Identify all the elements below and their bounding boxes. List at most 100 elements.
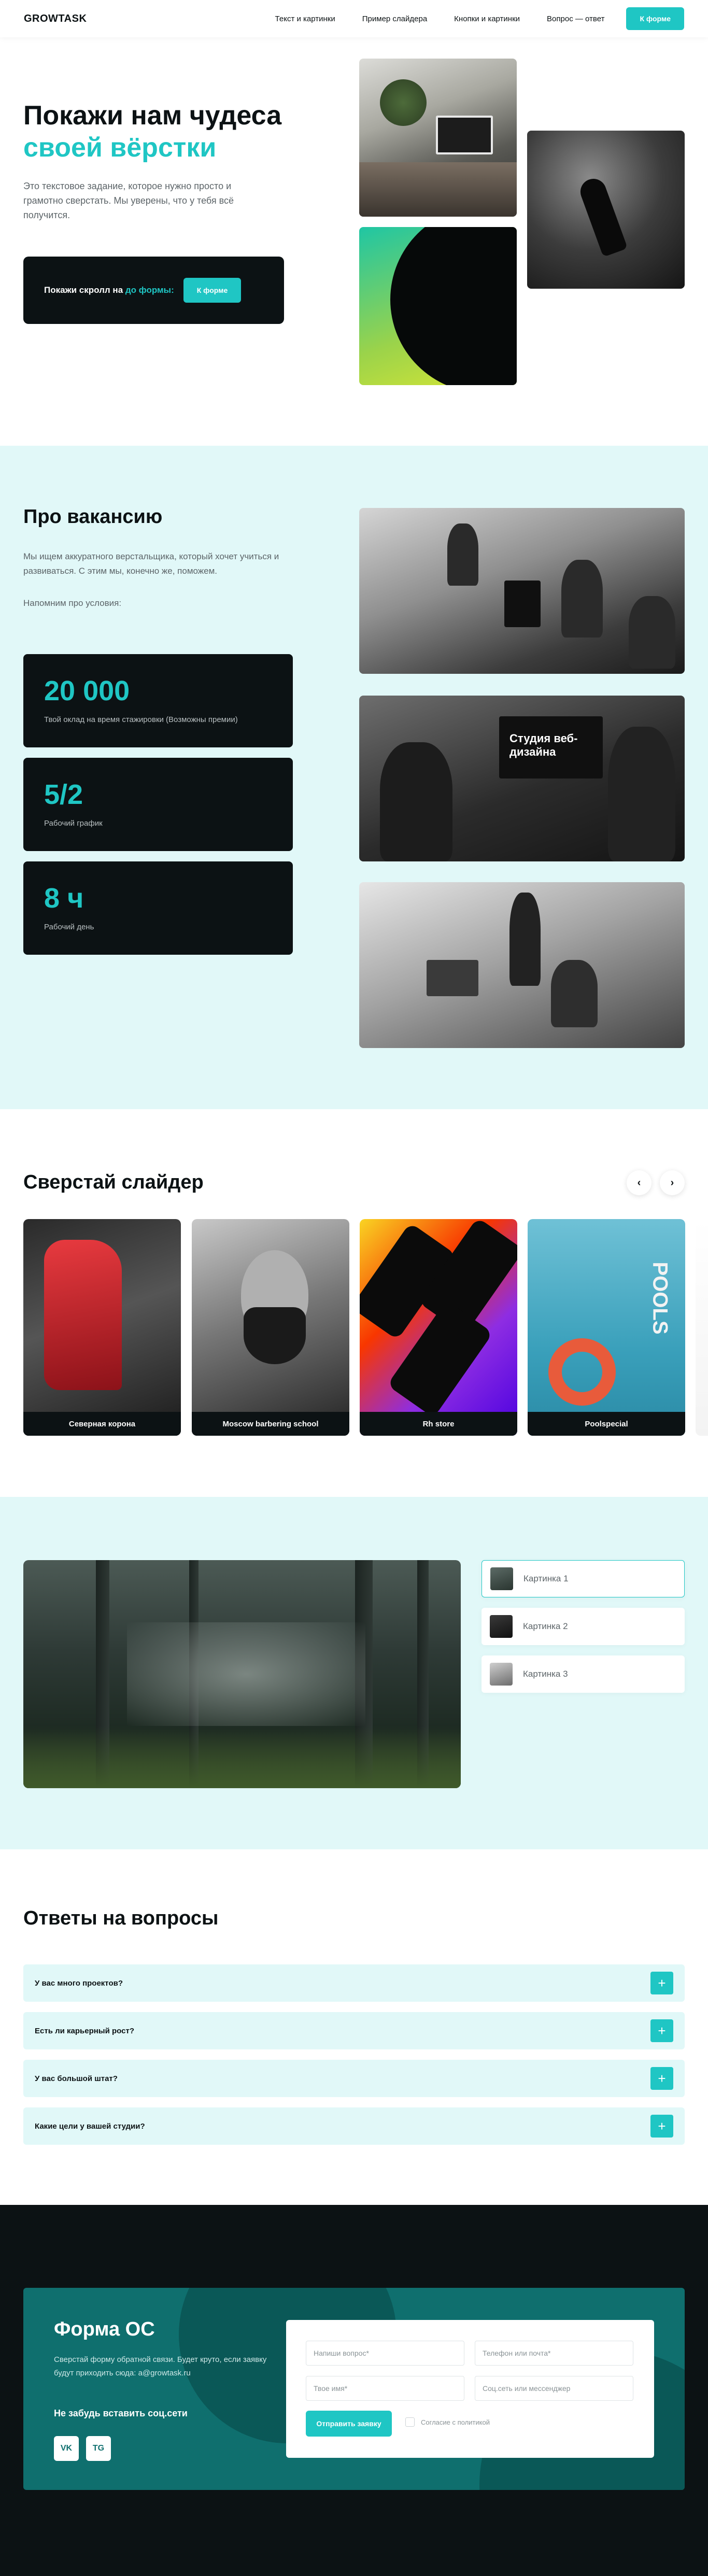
slider-card[interactable]: POOLS Poolspecial	[528, 1219, 685, 1436]
telegram-icon[interactable]: TG	[86, 2436, 111, 2461]
slider-card-partial[interactable]	[696, 1219, 708, 1436]
submit-button[interactable]: Отправить заявку	[306, 2411, 392, 2437]
faq-item[interactable]: У вас много проектов? +	[23, 1964, 685, 2002]
fog-shape	[127, 1622, 365, 1726]
vacancy-conditions: Напомним про условия:	[23, 598, 122, 608]
gallery-thumb-1[interactable]: Картинка 1	[482, 1560, 685, 1597]
contact-input[interactable]	[475, 2341, 633, 2366]
person-shape	[608, 727, 675, 861]
vacancy-title: Про вакансию	[23, 506, 163, 528]
site-header: GROWTASK Текст и картинки Пример слайдер…	[0, 0, 708, 37]
thumb-image	[490, 1663, 513, 1686]
nav-link-text-images[interactable]: Текст и картинки	[275, 15, 335, 23]
nav-link-slider[interactable]: Пример слайдера	[362, 15, 427, 23]
slider-card-caption: Poolspecial	[528, 1412, 685, 1436]
name-input[interactable]	[306, 2376, 464, 2401]
main-nav: Текст и картинки Пример слайдера Кнопки …	[275, 7, 684, 30]
plus-icon[interactable]: +	[650, 2019, 673, 2042]
faq-question: Какие цели у вашей студии?	[35, 2121, 145, 2131]
dark-circle-shape	[390, 227, 517, 385]
logo[interactable]: GROWTASK	[24, 13, 87, 25]
hero-image-gradient	[359, 227, 517, 385]
messenger-input[interactable]	[475, 2376, 633, 2401]
thumb-image	[490, 1567, 513, 1590]
slider-prev-button[interactable]: ‹	[627, 1170, 652, 1195]
person-shape	[551, 960, 598, 1027]
plant-shape	[380, 79, 427, 126]
lifebuoy-shape	[548, 1338, 616, 1406]
thumb-label: Картинка 3	[523, 1669, 568, 1679]
checkbox-icon[interactable]	[405, 2417, 415, 2427]
plus-icon[interactable]: +	[650, 1972, 673, 1994]
to-form-button[interactable]: К форме	[626, 7, 684, 30]
monitor-shape	[504, 581, 541, 627]
slider-card-caption: Rh store	[360, 1412, 517, 1436]
consent-label: Согласие с политикой	[421, 2418, 490, 2426]
monitor-shape	[436, 116, 493, 154]
faq-question: У вас много проектов?	[35, 1978, 123, 1988]
stat-label: Рабочий график	[44, 819, 103, 828]
hero-subtitle: Это текстовое задание, которое нужно про…	[23, 181, 234, 220]
plus-icon[interactable]: +	[650, 2115, 673, 2138]
stat-hours: 8 ч Рабочий день	[23, 861, 293, 955]
hero-image-hand	[527, 131, 685, 289]
chevron-right-icon: ›	[670, 1177, 674, 1188]
stat-label: Рабочий день	[44, 923, 94, 931]
slider-next-button[interactable]: ›	[660, 1170, 685, 1195]
vacancy-text: Мы ищем аккуратного верстальщика, которы…	[23, 551, 279, 576]
beard-shape	[244, 1307, 306, 1364]
hero-title: Покажи нам чудеса своей вёрстки	[23, 100, 281, 164]
stat-value: 5/2	[44, 779, 83, 810]
plus-icon[interactable]: +	[650, 2067, 673, 2090]
stat-label: Твой оклад на время стажировки (Возможны…	[44, 715, 238, 724]
stat-salary: 20 000 Твой оклад на время стажировки (В…	[23, 654, 293, 747]
laptop-shape	[427, 960, 478, 996]
person-shape	[561, 560, 603, 638]
scroll-cta-accent: до формы:	[125, 285, 174, 295]
faq-title: Ответы на вопросы	[23, 1907, 219, 1929]
consent-checkbox[interactable]: Согласие с политикой	[405, 2417, 490, 2427]
gallery-thumb-3[interactable]: Картинка 3	[482, 1655, 685, 1693]
slider-title: Сверстай слайдер	[23, 1171, 204, 1193]
boot-shape	[44, 1240, 122, 1390]
nav-link-faq[interactable]: Вопрос — ответ	[547, 15, 604, 23]
faq-item[interactable]: Какие цели у вашей студии? +	[23, 2107, 685, 2145]
scroll-to-form-button[interactable]: К форме	[183, 278, 242, 303]
desk-shape	[359, 162, 517, 217]
thumb-image	[490, 1615, 513, 1638]
faq-item[interactable]: У вас большой штат? +	[23, 2060, 685, 2097]
person-shape	[629, 596, 675, 669]
vacancy-photo-meeting	[359, 508, 685, 674]
stat-schedule: 5/2 Рабочий график	[23, 758, 293, 851]
hand-shape	[576, 175, 628, 258]
slider-card-caption: Северная корона	[23, 1412, 181, 1436]
slider-card[interactable]: Moscow barbering school	[192, 1219, 349, 1436]
thumb-label: Картинка 2	[523, 1621, 568, 1631]
scroll-cta-label: Покажи скролл на	[44, 285, 123, 295]
question-input[interactable]	[306, 2341, 464, 2366]
thumb-label: Картинка 1	[523, 1574, 569, 1583]
stat-value: 8 ч	[44, 883, 84, 914]
slider-card-caption: Moscow barbering school	[192, 1412, 349, 1436]
hero-title-line1: Покажи нам чудеса	[23, 101, 282, 131]
studio-caption: Студия веб-дизайна	[509, 732, 578, 758]
slider-card[interactable]: Северная корона	[23, 1219, 181, 1436]
pool-wall-text: POOLS	[648, 1262, 672, 1335]
gallery-thumb-2[interactable]: Картинка 2	[482, 1608, 685, 1645]
nav-link-buttons[interactable]: Кнопки и картинки	[454, 15, 520, 23]
faq-question: Есть ли карьерный рост?	[35, 2026, 134, 2035]
vacancy-photo-presentation	[359, 882, 685, 1048]
form-title: Форма ОС	[54, 2318, 155, 2340]
vacancy-photo-studio: Студия веб-дизайна	[359, 696, 685, 861]
vk-icon[interactable]: VK	[54, 2436, 79, 2461]
person-shape	[447, 523, 478, 586]
hero-title-line2: своей вёрстки	[23, 133, 217, 163]
person-shape	[509, 893, 541, 986]
slider-card[interactable]: Rh store	[360, 1219, 517, 1436]
scroll-cta-box: Покажи скролл на до формы: К форме	[23, 257, 284, 324]
social-title: Не забудь вставить соц.сети	[54, 2408, 188, 2418]
person-shape	[380, 742, 452, 861]
chevron-left-icon: ‹	[637, 1177, 641, 1188]
faq-question: У вас большой штат?	[35, 2074, 118, 2083]
faq-item[interactable]: Есть ли карьерный рост? +	[23, 2012, 685, 2049]
